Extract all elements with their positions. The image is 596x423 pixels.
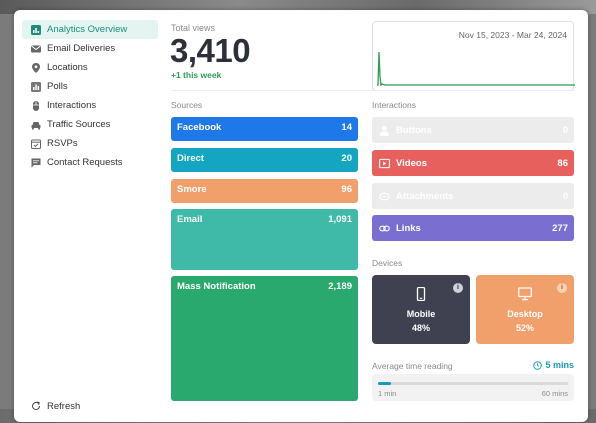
total-views-week-change: +1 this week (171, 70, 222, 80)
sidebar-item-polls[interactable]: Polls (22, 77, 158, 96)
device-mobile-card: i Mobile 48% (372, 275, 470, 344)
link-icon (378, 222, 390, 234)
interactions-label: Interactions (372, 100, 416, 110)
interaction-label: Buttons (396, 124, 432, 136)
calendar-check-icon (30, 138, 41, 149)
sidebar-item-label: Email Deliveries (47, 43, 116, 54)
user-icon (378, 124, 390, 136)
sidebar-item-locations[interactable]: Locations (22, 58, 158, 77)
source-label: Direct (177, 153, 204, 164)
reading-time-label: Average time reading (372, 361, 453, 371)
refresh-icon (30, 401, 41, 412)
sidebar-item-label: Traffic Sources (47, 119, 111, 130)
mobile-icon (416, 287, 426, 301)
source-smore[interactable]: Smore 96 (171, 179, 358, 203)
interaction-buttons[interactable]: Buttons 0 (372, 117, 574, 143)
interaction-value: 277 (552, 222, 568, 234)
sidebar-item-email-deliveries[interactable]: Email Deliveries (22, 39, 158, 58)
refresh-button[interactable]: Refresh (30, 398, 80, 414)
source-value: 20 (341, 153, 352, 164)
views-sparkline (377, 51, 575, 87)
interaction-value: 0 (562, 190, 568, 202)
slider-track (378, 382, 568, 385)
sidebar-item-label: Interactions (47, 100, 97, 111)
source-value: 14 (341, 122, 352, 133)
source-mass-notification[interactable]: Mass Notification 2,189 (171, 276, 358, 401)
message-icon (30, 157, 41, 168)
video-icon (378, 157, 390, 169)
source-email[interactable]: Email 1,091 (171, 209, 358, 270)
device-desktop-card: i Desktop 52% (476, 275, 574, 344)
poll-icon (30, 81, 41, 92)
device-percent: 48% (411, 323, 430, 333)
interaction-links[interactable]: Links 277 (372, 215, 574, 241)
car-icon (30, 119, 41, 130)
interaction-value: 86 (557, 157, 568, 169)
mail-icon (30, 43, 41, 54)
source-label: Email (177, 214, 203, 225)
analytics-panel: Analytics Overview Email Deliveries Loca… (14, 10, 588, 422)
source-facebook[interactable]: Facebook 14 (171, 117, 358, 141)
source-value: 2,189 (328, 281, 352, 292)
sources-label: Sources (171, 100, 203, 110)
source-label: Mass Notification (177, 281, 256, 292)
sidebar-item-label: RSVPs (47, 138, 78, 149)
interaction-label: Links (396, 222, 421, 234)
sidebar-item-traffic-sources[interactable]: Traffic Sources (22, 115, 158, 134)
reading-time-text: 5 mins (545, 360, 574, 370)
reading-time-slider[interactable]: 1 min 60 mins (372, 374, 574, 401)
sidebar-item-rsvps[interactable]: RSVPs (22, 134, 158, 153)
slider-fill (378, 382, 392, 385)
section-divider (171, 90, 575, 91)
clock-icon (533, 360, 543, 370)
refresh-label: Refresh (47, 400, 81, 412)
devices-label: Devices (372, 258, 403, 268)
source-label: Smore (177, 184, 207, 195)
source-direct[interactable]: Direct 20 (171, 148, 358, 172)
info-icon[interactable]: i (557, 283, 567, 293)
sidebar-item-label: Locations (47, 62, 88, 73)
source-value: 1,091 (328, 214, 352, 225)
info-icon[interactable]: i (453, 283, 463, 293)
interaction-value: 0 (562, 124, 568, 136)
slider-min-label: 1 min (378, 389, 397, 398)
attachment-icon (378, 190, 390, 202)
total-views-value: 3,410 (170, 32, 251, 69)
sidebar: Analytics Overview Email Deliveries Loca… (22, 20, 158, 416)
source-value: 96 (341, 184, 352, 195)
sidebar-item-label: Contact Requests (47, 157, 123, 168)
slider-max-label: 60 mins (541, 389, 568, 398)
desktop-icon (518, 287, 532, 301)
sidebar-item-analytics-overview[interactable]: Analytics Overview (22, 20, 158, 39)
interaction-label: Videos (396, 157, 427, 169)
views-sparkline-card: Nov 15, 2023 - Mar 24, 2024 (372, 21, 575, 91)
sidebar-item-contact-requests[interactable]: Contact Requests (22, 153, 158, 172)
interaction-label: Attachments (396, 190, 454, 202)
sidebar-item-label: Polls (47, 81, 68, 92)
device-percent: 52% (515, 323, 534, 333)
sidebar-item-interactions[interactable]: Interactions (22, 96, 158, 115)
device-name: Mobile (406, 309, 436, 319)
mouse-icon (30, 100, 41, 111)
chart-icon (30, 24, 41, 35)
sidebar-item-label: Analytics Overview (47, 24, 128, 35)
interaction-videos[interactable]: Videos 86 (372, 150, 574, 176)
device-name: Desktop (507, 309, 543, 319)
map-pin-icon (30, 62, 41, 73)
source-label: Facebook (177, 122, 222, 133)
reading-time-value: 5 mins (533, 360, 574, 370)
interaction-attachments[interactable]: Attachments 0 (372, 183, 574, 209)
